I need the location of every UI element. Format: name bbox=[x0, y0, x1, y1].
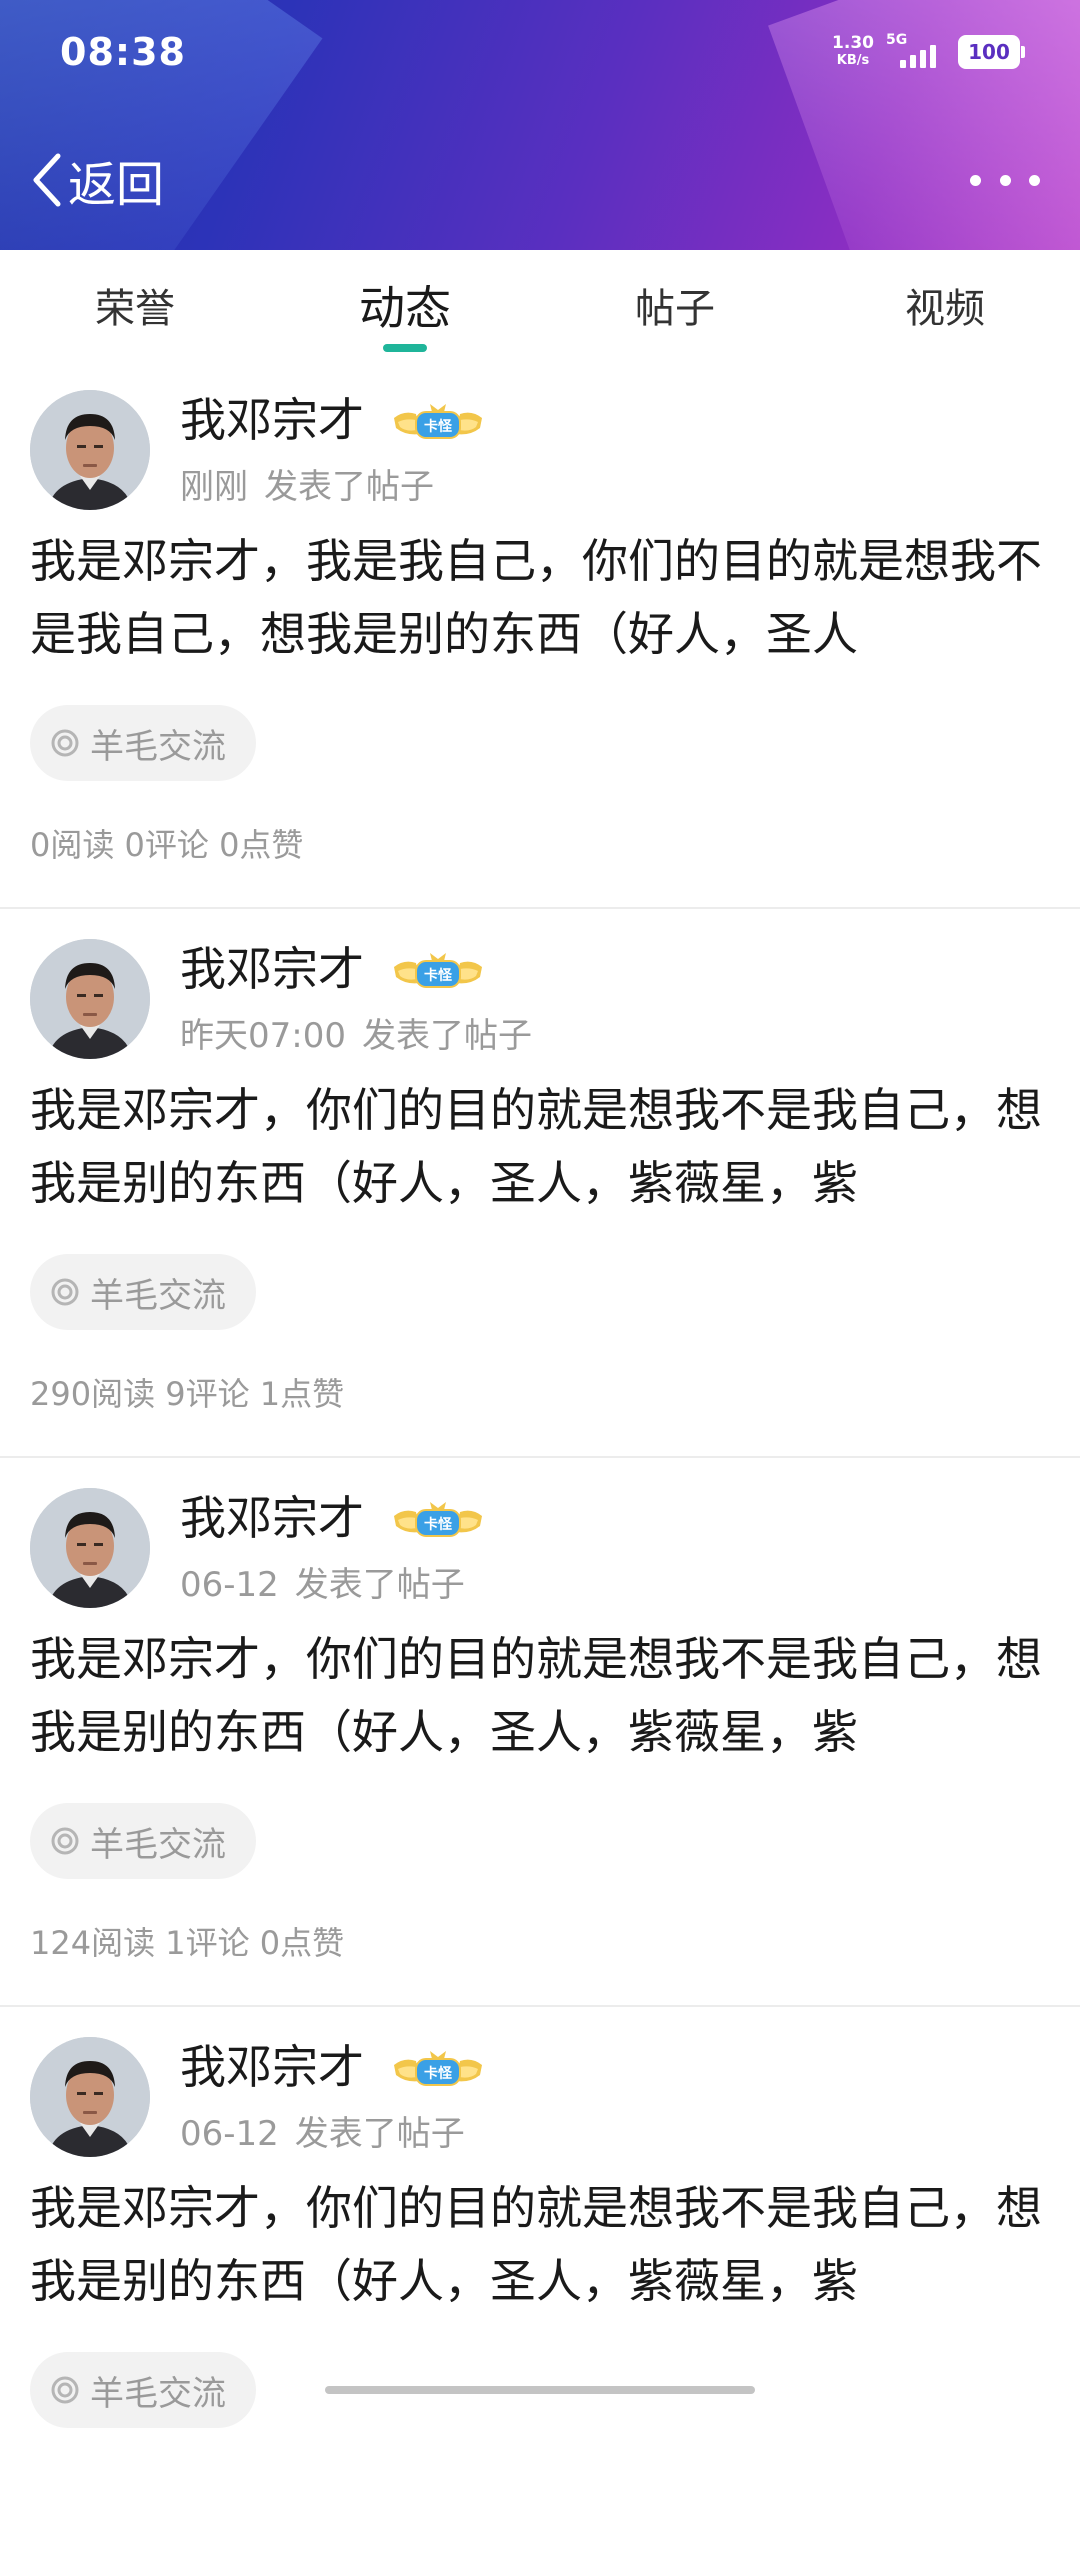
feed-item[interactable]: 我邓宗才 卡怪 昨天07:00 发表了帖子 我是邓宗才，你们的目的就是想我不是我自… bbox=[0, 909, 1080, 1458]
post-meta: 昨天07:00 发表了帖子 bbox=[180, 1014, 532, 1058]
topic-tag-label: 羊毛交流 bbox=[90, 726, 226, 767]
activity-feed: 我邓宗才 卡怪 刚刚 发表了帖子 我是邓宗才，我是我自己，你们的目的就是想我不是我… bbox=[0, 360, 1080, 2556]
feed-item[interactable]: 我邓宗才 卡怪 刚刚 发表了帖子 我是邓宗才，我是我自己，你们的目的就是想我不是我… bbox=[0, 360, 1080, 909]
badge-label: 卡怪 bbox=[424, 2065, 453, 2082]
post-text[interactable]: 我是邓宗才，你们的目的就是想我不是我自己，想我是别的东西（好人，圣人，紫薇星，紫 bbox=[30, 1074, 1050, 1220]
badge-label: 卡怪 bbox=[424, 1516, 453, 1533]
signal-icon: 5G bbox=[886, 32, 946, 70]
level-badge: 卡怪 bbox=[390, 2047, 486, 2095]
wings-badge-icon: 卡怪 bbox=[394, 2051, 482, 2086]
status-bar: 08:38 1.30 KB/s 5G 100 bbox=[0, 0, 1080, 110]
status-indicators: 1.30 KB/s 5G 100 bbox=[832, 32, 1025, 70]
author-name[interactable]: 我邓宗才 bbox=[180, 2037, 364, 2097]
avatar-image bbox=[30, 939, 150, 1059]
post-meta: 06-12 发表了帖子 bbox=[180, 1563, 465, 1607]
avatar-image bbox=[30, 390, 150, 510]
level-badge: 卡怪 bbox=[390, 949, 486, 997]
chevron-left-icon bbox=[33, 153, 61, 207]
app-header: 08:38 1.30 KB/s 5G 100 返回 bbox=[0, 0, 1080, 250]
post-time: 刚刚 bbox=[180, 467, 248, 507]
avatar[interactable] bbox=[30, 2037, 150, 2157]
post-meta: 刚刚 发表了帖子 bbox=[180, 465, 434, 509]
post-action: 发表了帖子 bbox=[294, 2114, 465, 2154]
topic-icon bbox=[51, 729, 79, 757]
profile-tabs: 荣誉 动态 帖子 视频 bbox=[0, 250, 1080, 360]
battery-level: 100 bbox=[968, 40, 1010, 64]
tab-videos[interactable]: 视频 bbox=[810, 250, 1080, 360]
tab-honor[interactable]: 荣誉 bbox=[0, 250, 270, 360]
battery-icon: 100 bbox=[958, 35, 1025, 69]
status-time: 08:38 bbox=[60, 30, 186, 74]
avatar[interactable] bbox=[30, 390, 150, 510]
network-speed: 1.30 KB/s bbox=[832, 34, 874, 70]
wings-badge-icon: 卡怪 bbox=[394, 1502, 482, 1537]
post-stats: 0阅读 0评论 0点赞 bbox=[30, 826, 304, 864]
topic-tag[interactable]: 羊毛交流 bbox=[30, 1803, 256, 1879]
topic-tag-label: 羊毛交流 bbox=[90, 1824, 226, 1865]
avatar-image bbox=[30, 2037, 150, 2157]
post-stats: 124阅读 1评论 0点赞 bbox=[30, 1924, 345, 1962]
post-action: 发表了帖子 bbox=[264, 467, 434, 507]
level-badge: 卡怪 bbox=[390, 400, 486, 448]
post-action: 发表了帖子 bbox=[294, 1565, 465, 1605]
level-badge: 卡怪 bbox=[390, 1498, 486, 1546]
author-name[interactable]: 我邓宗才 bbox=[180, 939, 364, 999]
post-text[interactable]: 我是邓宗才，你们的目的就是想我不是我自己，想我是别的东西（好人，圣人，紫薇星，紫 bbox=[30, 2172, 1050, 2318]
back-button[interactable]: 返回 bbox=[28, 140, 164, 220]
post-time: 昨天07:00 bbox=[180, 1016, 346, 1056]
topic-tag[interactable]: 羊毛交流 bbox=[30, 1254, 256, 1330]
post-time: 06-12 bbox=[180, 1565, 279, 1605]
more-options-button[interactable] bbox=[970, 160, 1040, 200]
badge-label: 卡怪 bbox=[424, 418, 453, 435]
topic-icon bbox=[51, 1827, 79, 1855]
post-text[interactable]: 我是邓宗才，你们的目的就是想我不是我自己，想我是别的东西（好人，圣人，紫薇星，紫 bbox=[30, 1623, 1050, 1769]
post-text[interactable]: 我是邓宗才，我是我自己，你们的目的就是想我不是我自己，想我是别的东西（好人，圣人 bbox=[30, 525, 1050, 671]
topic-icon bbox=[51, 2376, 79, 2404]
network-speed-value: 1.30 bbox=[832, 33, 874, 53]
avatar[interactable] bbox=[30, 939, 150, 1059]
avatar[interactable] bbox=[30, 1488, 150, 1608]
topic-tag-label: 羊毛交流 bbox=[90, 1275, 226, 1316]
post-stats: 290阅读 9评论 1点赞 bbox=[30, 1375, 345, 1413]
badge-label: 卡怪 bbox=[424, 967, 453, 984]
more-dot bbox=[999, 174, 1011, 186]
topic-tag[interactable]: 羊毛交流 bbox=[30, 705, 256, 781]
home-indicator[interactable] bbox=[325, 2386, 755, 2394]
topic-tag[interactable]: 羊毛交流 bbox=[30, 2352, 256, 2428]
author-name[interactable]: 我邓宗才 bbox=[180, 390, 364, 450]
network-speed-unit: KB/s bbox=[836, 53, 870, 68]
wings-badge-icon: 卡怪 bbox=[394, 953, 482, 988]
feed-item[interactable]: 我邓宗才 卡怪 06-12 发表了帖子 我是邓宗才，你们的目的就是想我不是我自己，… bbox=[0, 1458, 1080, 2007]
feed-item[interactable]: 我邓宗才 卡怪 06-12 发表了帖子 我是邓宗才，你们的目的就是想我不是我自己，… bbox=[0, 2007, 1080, 2556]
tab-posts[interactable]: 帖子 bbox=[540, 250, 810, 360]
back-label: 返回 bbox=[68, 157, 165, 213]
post-meta: 06-12 发表了帖子 bbox=[180, 2112, 465, 2156]
more-dot bbox=[1029, 174, 1040, 186]
nav-bar: 返回 bbox=[0, 140, 1080, 220]
author-name[interactable]: 我邓宗才 bbox=[180, 1488, 364, 1548]
more-dot bbox=[970, 174, 981, 186]
avatar-image bbox=[30, 1488, 150, 1608]
topic-icon bbox=[51, 1278, 79, 1306]
wings-badge-icon: 卡怪 bbox=[394, 404, 482, 439]
tab-activity[interactable]: 动态 bbox=[270, 250, 540, 360]
topic-tag-label: 羊毛交流 bbox=[90, 2373, 226, 2414]
post-time: 06-12 bbox=[180, 2114, 279, 2154]
post-action: 发表了帖子 bbox=[361, 1016, 532, 1056]
